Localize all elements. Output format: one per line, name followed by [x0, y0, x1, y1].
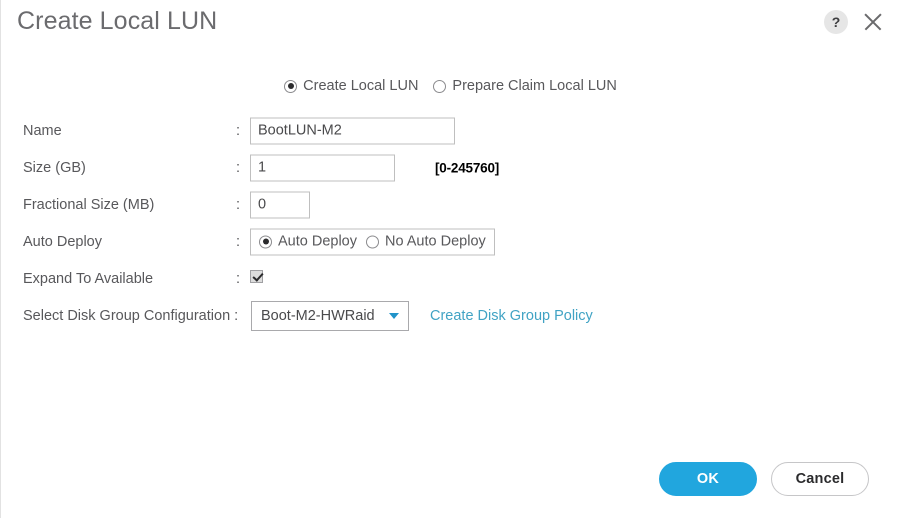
size-input-wrapper — [250, 154, 395, 181]
name-input-wrapper — [250, 117, 455, 144]
radio-auto-deploy[interactable]: Auto Deploy — [259, 234, 357, 250]
size-input[interactable] — [250, 154, 395, 181]
radio-label-no-auto-deploy: No Auto Deploy — [385, 233, 486, 250]
radio-prepare-claim-local-lun[interactable]: Prepare Claim Local LUN — [433, 78, 617, 94]
form-row-fractional-size: Fractional Size (MB) : — [1, 186, 899, 223]
create-disk-group-policy-link[interactable]: Create Disk Group Policy — [430, 308, 593, 324]
label-auto-deploy: Auto Deploy — [23, 233, 102, 250]
colon-expand-to-available: : — [236, 270, 241, 287]
page-title: Create Local LUN — [17, 7, 218, 35]
disk-group-select[interactable]: Boot-M2-HWRaid — [251, 300, 409, 331]
label-expand-to-available: Expand To Available — [23, 270, 154, 287]
help-icon[interactable]: ? — [824, 10, 848, 34]
form-row-size: Size (GB) : [0-245760] — [1, 149, 899, 186]
colon-fractional-size: : — [236, 196, 241, 213]
name-input[interactable] — [250, 117, 455, 144]
lun-mode-radio-group: Create Local LUN Prepare Claim Local LUN — [1, 78, 899, 94]
auto-deploy-radio-group: Auto Deploy No Auto Deploy — [250, 228, 495, 255]
fractional-size-input-wrapper — [250, 191, 310, 218]
colon-size: : — [236, 159, 241, 176]
label-fractional-size: Fractional Size (MB) — [23, 196, 155, 213]
radio-indicator-no-auto-deploy — [366, 235, 379, 248]
chevron-down-icon — [389, 312, 399, 319]
radio-label-create-local-lun: Create Local LUN — [303, 78, 419, 94]
expand-to-available-wrapper — [250, 269, 263, 288]
colon-name: : — [236, 122, 241, 139]
label-size: Size (GB) — [23, 159, 86, 176]
dialog-footer: OK Cancel — [659, 462, 869, 496]
size-range-hint: [0-245760] — [435, 160, 500, 175]
form-row-expand-to-available: Expand To Available : — [1, 260, 899, 297]
radio-indicator-auto-deploy — [259, 235, 272, 248]
radio-label-prepare-claim-local-lun: Prepare Claim Local LUN — [452, 78, 617, 94]
radio-indicator-create-local-lun — [284, 79, 298, 93]
expand-to-available-checkbox[interactable] — [250, 269, 263, 283]
radio-create-local-lun[interactable]: Create Local LUN — [284, 78, 418, 94]
radio-label-auto-deploy: Auto Deploy — [278, 233, 357, 250]
cancel-button[interactable]: Cancel — [771, 462, 869, 496]
form-row-auto-deploy: Auto Deploy : Auto Deploy No Auto Deploy — [1, 223, 899, 260]
label-name: Name — [23, 122, 62, 139]
disk-group-select-value: Boot-M2-HWRaid — [261, 307, 375, 324]
colon-auto-deploy: : — [236, 233, 241, 250]
form-row-disk-group-configuration: Select Disk Group Configuration : Boot-M… — [1, 297, 899, 334]
radio-indicator-prepare-claim-local-lun — [433, 79, 447, 93]
disk-group-select-wrapper: Boot-M2-HWRaid — [251, 300, 409, 331]
radio-no-auto-deploy[interactable]: No Auto Deploy — [366, 234, 486, 250]
ok-button[interactable]: OK — [659, 462, 757, 496]
auto-deploy-radio-group-box: Auto Deploy No Auto Deploy — [250, 228, 495, 255]
dialog-header: Create Local LUN ? — [1, 0, 899, 52]
close-icon[interactable] — [860, 9, 886, 35]
lun-form: Name : Size (GB) : [0-245760] Fractional… — [1, 112, 899, 334]
header-actions: ? — [824, 9, 886, 35]
fractional-size-input[interactable] — [250, 191, 310, 218]
label-disk-group-configuration: Select Disk Group Configuration : — [23, 307, 239, 324]
create-local-lun-dialog: Create Local LUN ? Create Local LUN Prep… — [0, 0, 899, 518]
form-row-name: Name : — [1, 112, 899, 149]
